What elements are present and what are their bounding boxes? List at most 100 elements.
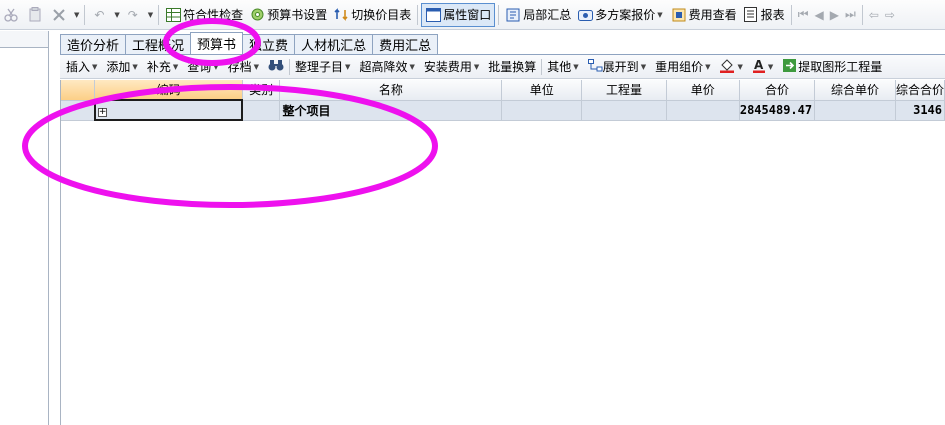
subbar-separator <box>289 58 291 75</box>
toolbar-separator <box>158 4 160 25</box>
tab-labor-material-summary[interactable]: 人材机汇总 <box>294 34 374 54</box>
fill-color-button[interactable]: ▼ <box>719 58 744 76</box>
table-row[interactable]: + 整个项目 2845489.47 3146 <box>61 99 945 121</box>
redo-dropdown-caret[interactable]: ▼ <box>148 11 153 19</box>
property-window-button[interactable]: 属性窗口 <box>421 2 496 27</box>
tab-bar: 造价分析 工程概况 预算书 独立费 人材机汇总 费用汇总 <box>60 32 439 54</box>
column-header-comp-total[interactable]: 综合合价 <box>895 80 945 101</box>
insert-label: 插入 <box>66 60 91 74</box>
delete-dropdown-caret[interactable]: ▼ <box>74 11 79 19</box>
reuse-price-button[interactable]: 重用组价 ▼ <box>655 58 712 75</box>
toolbar-separator <box>861 4 863 25</box>
font-color-button[interactable]: A ▼ <box>752 58 775 76</box>
main-toolbar: ▼ ↶ ▼ ↷ ▼ 符合性检查 预算书设置 切换价目表 属性窗口 局部汇总 多方… <box>0 0 945 30</box>
code-cell[interactable]: + <box>93 99 244 121</box>
compliance-check-label: 符合性检查 <box>183 8 244 22</box>
over-height-label: 超高降效 <box>359 60 408 74</box>
redo-icon: ↷ <box>127 7 138 22</box>
column-header-comp-unit-price[interactable]: 综合单价 <box>814 80 896 101</box>
partial-summary-label: 局部汇总 <box>523 8 572 22</box>
move-right-button[interactable]: ⇨ <box>882 3 898 27</box>
column-header-unit-price[interactable]: 单价 <box>666 80 740 101</box>
switch-price-list-button[interactable]: 切换价目表 <box>330 3 414 27</box>
comp-total-cell[interactable]: 3146 <box>895 100 945 121</box>
archive-button[interactable]: 存档 ▼ <box>228 58 261 75</box>
unit-cell[interactable] <box>501 100 583 121</box>
row-number-header <box>61 80 96 101</box>
budget-settings-button[interactable]: 预算书设置 <box>246 3 330 27</box>
multi-scheme-quote-button[interactable]: 多方案报价 ▼ <box>574 3 667 27</box>
row-number-cell[interactable] <box>61 100 96 121</box>
budget-settings-label: 预算书设置 <box>267 8 328 22</box>
undo-dropdown-caret[interactable]: ▼ <box>114 11 119 19</box>
switch-price-list-label: 切换价目表 <box>351 8 412 22</box>
extract-quantity-button[interactable]: 提取图形工程量 <box>782 58 882 76</box>
insert-caret: ▼ <box>92 62 98 71</box>
partial-summary-button[interactable]: 局部汇总 <box>502 3 574 27</box>
insert-button[interactable]: 插入 ▼ <box>66 58 99 75</box>
column-header-unit[interactable]: 单位 <box>501 80 583 101</box>
toolbar-separator <box>498 4 500 25</box>
tab-fee-summary[interactable]: 费用汇总 <box>372 34 439 54</box>
expand-to-button[interactable]: 展开到 ▼ <box>587 58 648 75</box>
undo-button[interactable]: ↶ <box>88 3 112 27</box>
column-header-name[interactable]: 名称 <box>279 80 503 101</box>
name-cell[interactable]: 整个项目 <box>279 100 503 121</box>
paste-button[interactable] <box>24 3 48 27</box>
fee-view-button[interactable]: 费用查看 <box>668 3 740 27</box>
unit-price-cell[interactable] <box>666 100 740 121</box>
comp-unit-price-cell[interactable] <box>814 100 896 121</box>
budget-toolbar: 插入 ▼ 添加 ▼ 补充 ▼ 查询 ▼ 存档 ▼ 整理子目 ▼ 超高降效 ▼ 安装费用 ▼ 批量… <box>60 55 945 79</box>
type-cell[interactable] <box>242 100 281 121</box>
switch-arrows-icon <box>333 7 349 23</box>
query-caret: ▼ <box>213 62 219 71</box>
extract-quantity-label: 提取图形工程量 <box>798 60 883 74</box>
report-button[interactable]: 报表 <box>740 3 788 27</box>
prev-record-button[interactable]: ◀ <box>812 3 827 27</box>
toolbar-separator <box>790 4 792 25</box>
tree-expand-icon <box>587 58 603 75</box>
first-record-button[interactable]: ⏮ <box>795 3 812 27</box>
budget-table: 编码 类别 名称 单位 工程量 单价 合价 综合单价 综合合价 + 整个项目 2… <box>61 80 945 121</box>
cut-button[interactable] <box>0 3 24 27</box>
column-header-code[interactable]: 编码 <box>94 80 243 101</box>
expand-plus-icon[interactable]: + <box>97 108 107 117</box>
subbar-separator <box>541 58 543 75</box>
over-height-caret: ▼ <box>409 62 415 71</box>
install-fee-button[interactable]: 安装费用 ▼ <box>424 58 481 75</box>
install-fee-caret: ▼ <box>473 62 480 71</box>
column-header-type[interactable]: 类别 <box>242 80 281 101</box>
batch-convert-button[interactable]: 批量换算 <box>488 58 536 75</box>
font-color-icon: A <box>752 58 766 76</box>
fee-view-label: 费用查看 <box>688 8 737 22</box>
first-icon: ⏮ <box>797 7 809 21</box>
other-button[interactable]: 其他 ▼ <box>547 58 580 75</box>
budget-grid: 编码 类别 名称 单位 工程量 单价 合价 综合单价 综合合价 + 整个项目 2… <box>60 80 945 425</box>
tab-project-overview[interactable]: 工程概况 <box>125 34 192 54</box>
undo-icon: ↶ <box>94 7 105 22</box>
query-button[interactable]: 查询 ▼ <box>187 58 220 75</box>
redo-button[interactable]: ↷ <box>122 3 146 27</box>
over-height-button[interactable]: 超高降效 ▼ <box>359 58 416 75</box>
next-record-button[interactable]: ▶ <box>827 3 842 27</box>
total-cell[interactable]: 2845489.47 <box>739 100 816 121</box>
find-button[interactable] <box>268 59 284 75</box>
organize-button[interactable]: 整理子目 ▼ <box>295 58 352 75</box>
move-left-button[interactable]: ⇦ <box>866 3 882 27</box>
report-label: 报表 <box>760 8 785 22</box>
column-header-quantity[interactable]: 工程量 <box>581 80 667 101</box>
tab-cost-analysis[interactable]: 造价分析 <box>60 34 127 54</box>
column-header-total[interactable]: 合价 <box>739 80 816 101</box>
other-caret: ▼ <box>573 62 579 71</box>
supplement-button[interactable]: 补充 ▼ <box>147 58 180 75</box>
tab-independent-fee[interactable]: 独立费 <box>242 34 296 54</box>
delete-button[interactable] <box>48 3 72 27</box>
toolbar-separator <box>84 4 86 25</box>
add-button[interactable]: 添加 ▼ <box>106 58 139 75</box>
quote-dropdown-caret[interactable]: ▼ <box>657 11 662 19</box>
quantity-cell[interactable] <box>581 100 667 121</box>
paint-bucket-icon <box>719 58 735 76</box>
tab-budget-book[interactable]: 预算书 <box>190 32 244 54</box>
compliance-check-button[interactable]: 符合性检查 <box>162 3 246 27</box>
last-record-button[interactable]: ⏭ <box>842 3 859 27</box>
